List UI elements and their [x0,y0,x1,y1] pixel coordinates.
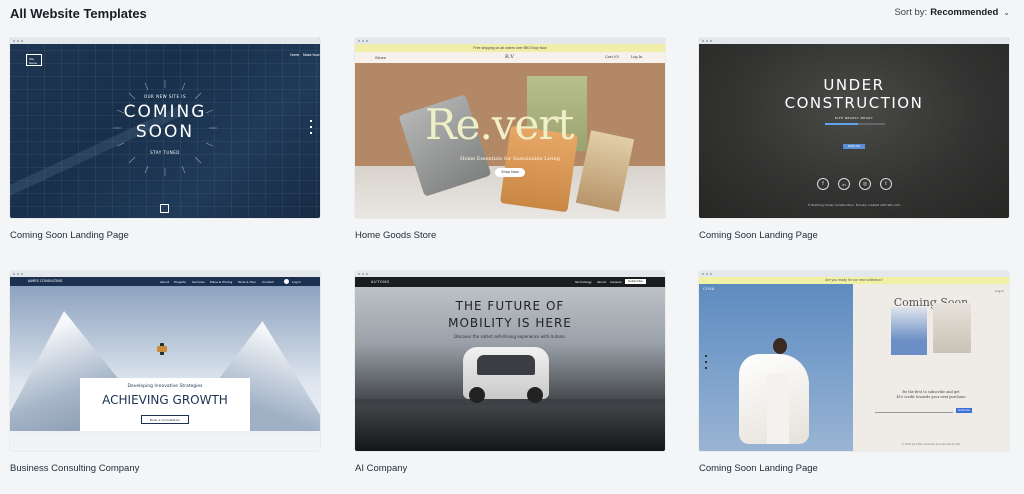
model-photo: COVA [699,284,853,451]
facebook-icon: f [817,178,829,190]
page-title: All Website Templates [10,6,147,21]
preview-headline-1: UNDER [823,76,885,94]
template-card-home-goods[interactable]: Free shipping on all orders over $50 Sho… [355,38,665,241]
preview-footer: © 2035 by COVA. Powered and secured by W… [901,443,961,446]
template-thumbnail[interactable]: Free shipping on all orders over $50 Sho… [355,38,665,218]
browser-chrome [355,38,665,44]
preview-nav: Store R.V Cart (0) Log In [355,52,665,63]
preview-headline-1: COMING [123,102,207,122]
template-card-coming-soon-1[interactable]: Site Name Home Make Now OUR NEW SITE IS … [10,38,320,241]
preview-copy-2: $10 credit towards your next purchase [896,395,966,399]
preview-headline-2: SOON [135,122,195,142]
preview-nav: JAMES CONSULTING About Projects Services… [10,277,320,286]
preview-headline-2: CONSTRUCTION [784,94,924,112]
browser-chrome [699,38,1009,44]
product-jacket [891,307,927,355]
sort-value: Recommended [930,7,999,18]
preview-headline: Coming Soon [893,296,969,309]
browser-chrome [699,271,1009,277]
sort-dropdown[interactable]: Sort by: Recommended ⌄ [894,7,1010,18]
preview-nav-make: Make Now [303,53,320,57]
preview-cta: Notify Me [843,144,865,149]
preview-hero-panel: Developing Innovative Strategies ACHIEVI… [80,378,250,431]
template-thumbnail[interactable]: AUTONO Technology About Careers Subscrib… [355,271,665,451]
template-thumbnail[interactable]: UNDER CONSTRUCTION SITE NEARLY READY Not… [699,38,1009,218]
preview-headline-2: MOBILITY IS HERE [448,316,572,330]
preview-banner: Are you ready for our new collection? [699,277,1009,284]
template-thumbnail[interactable]: JAMES CONSULTING About Projects Services… [10,271,320,451]
browser-chrome [10,271,320,277]
product-knit [933,303,971,353]
browser-chrome [10,38,320,44]
template-thumbnail[interactable]: Site Name Home Make Now OUR NEW SITE IS … [10,38,320,218]
template-card-business-consulting[interactable]: JAMES CONSULTING About Projects Services… [10,271,320,474]
template-name[interactable]: Coming Soon Landing Page [699,463,818,474]
preview-sub: STAY TUNED [150,150,180,155]
preview-login: Log In [995,289,1005,293]
preview-sub: SITE NEARLY READY [834,116,874,120]
preview-nav: AUTONO Technology About Careers Subscrib… [355,277,665,287]
template-card-coming-soon-3[interactable]: Are you ready for our new collection? CO… [699,271,1009,474]
instagram-icon: ◎ [859,178,871,190]
template-name[interactable]: Coming Soon Landing Page [10,230,129,241]
template-name[interactable]: Coming Soon Landing Page [699,230,818,241]
preview-scroll-icon [160,204,169,213]
twitter-icon: t [880,178,892,190]
preview-cta: Shop Now [495,168,525,177]
preview-sub: Discover the safest self-driving experie… [454,334,566,339]
progress-bar [825,123,885,125]
avatar-icon [284,279,289,284]
template-name[interactable]: Home Goods Store [355,230,436,241]
preview-cta: Subscribe [956,408,972,413]
linkedin-icon: in [838,178,850,190]
preview-banner: Free shipping on all orders over $50 Sho… [355,44,665,52]
chevron-down-icon: ⌄ [1003,8,1010,17]
preview-footer: © Building Under Construction. Proudly c… [807,203,901,207]
preview-nav-home: Home [290,53,300,57]
preview-headline: Re.vert [425,100,574,149]
preview-tagline: Home Essentials for Sustainable Living [460,156,560,162]
sort-label: Sort by: [894,7,928,18]
preview-email-field [875,409,953,413]
preview-eyebrow: OUR NEW SITE IS [143,94,187,99]
self-driving-car [463,347,549,403]
template-logo: Site Name [26,54,42,66]
template-name[interactable]: Business Consulting Company [10,463,139,474]
preview-copy-1: Be the first to subscribe and get [902,390,960,394]
template-name[interactable]: AI Company [355,463,407,474]
template-thumbnail[interactable]: Are you ready for our new collection? CO… [699,271,1009,451]
template-card-ai-company[interactable]: AUTONO Technology About Careers Subscrib… [355,271,665,474]
preview-headline-1: THE FUTURE OF [455,299,565,313]
browser-chrome [355,271,665,277]
template-card-coming-soon-2[interactable]: UNDER CONSTRUCTION SITE NEARLY READY Not… [699,38,1009,241]
